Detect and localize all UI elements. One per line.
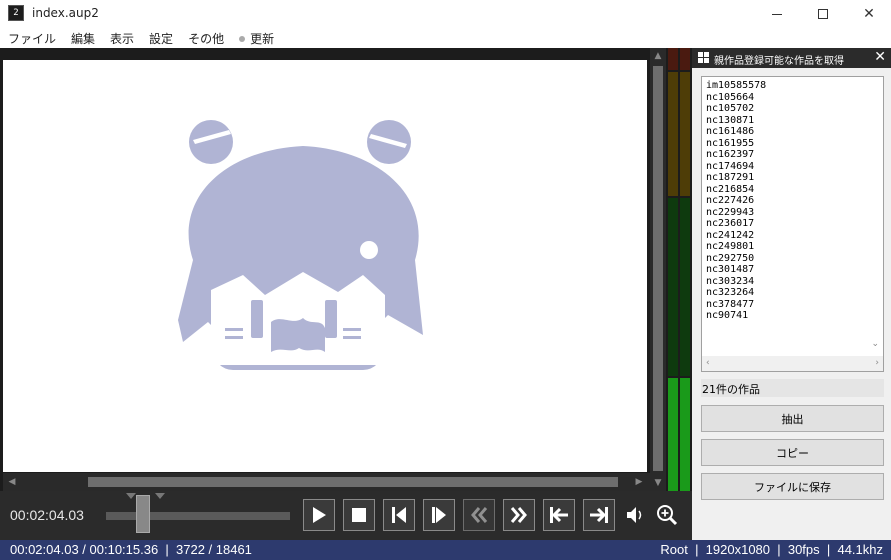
seek-mark-right (155, 493, 165, 499)
menu-other[interactable]: その他 (188, 30, 224, 47)
list-item[interactable]: nc236017 (706, 218, 766, 230)
save-to-file-button[interactable]: ファイルに保存 (701, 473, 884, 500)
app-icon: 2 (8, 5, 24, 21)
menu-update-label: 更新 (250, 31, 275, 46)
list-item[interactable]: nc105702 (706, 103, 766, 115)
list-item[interactable]: nc216854 (706, 184, 766, 196)
meter-right-channel (679, 48, 691, 491)
list-item[interactable]: nc105664 (706, 92, 766, 104)
copy-button[interactable]: コピー (701, 439, 884, 466)
panel-title-bar: 親作品登録可能な作品を取得 ✕ (692, 48, 891, 68)
menu-file[interactable]: ファイル (8, 30, 56, 47)
scroll-up-icon[interactable]: ▲ (652, 50, 664, 62)
preview-horizontal-scrollbar[interactable]: ◀ ▶ (3, 473, 650, 491)
works-list: im10585578 nc105664 nc105702 nc130871 nc1614… (706, 80, 766, 322)
extract-button[interactable]: 抽出 (701, 405, 884, 432)
list-item[interactable]: nc90741 (706, 310, 766, 322)
list-item[interactable]: nc303234 (706, 276, 766, 288)
timecode: 00:02:04.03 (10, 507, 84, 523)
list-horizontal-scrollbar[interactable]: ‹ › (702, 356, 883, 371)
list-scroll-left-icon[interactable]: ‹ (706, 358, 710, 368)
list-item[interactable]: nc174694 (706, 161, 766, 173)
close-icon: ✕ (863, 6, 875, 22)
panel-title: 親作品登録可能な作品を取得 (714, 56, 844, 67)
seek-slider-track[interactable] (106, 512, 290, 520)
list-scroll-right-icon[interactable]: › (875, 358, 879, 368)
fast-forward-button[interactable] (503, 499, 535, 531)
volume-icon (627, 507, 642, 523)
list-item[interactable]: nc130871 (706, 115, 766, 127)
minimize-button[interactable] (754, 0, 800, 28)
meter-left-channel (667, 48, 679, 491)
status-time-frame: 00:02:04.03 / 00:10:15.36 | 3722 / 18461 (10, 542, 252, 557)
list-item[interactable]: nc292750 (706, 253, 766, 265)
list-item[interactable]: nc187291 (706, 172, 766, 184)
character-image (178, 120, 423, 370)
stop-button[interactable] (343, 499, 375, 531)
fast-forward-icon (510, 507, 527, 523)
scroll-left-icon[interactable]: ◀ (6, 476, 18, 488)
preview-canvas[interactable] (3, 60, 647, 472)
list-item[interactable]: nc249801 (706, 241, 766, 253)
close-button[interactable]: ✕ (846, 0, 891, 28)
maximize-icon (818, 9, 828, 19)
step-back-button[interactable] (383, 499, 415, 531)
list-item[interactable]: nc378477 (706, 299, 766, 311)
go-to-start-icon (550, 507, 568, 523)
title-bar: 2 index.aup2 ✕ (0, 0, 891, 28)
go-to-end-icon (590, 507, 608, 523)
play-icon (313, 507, 326, 523)
volume-button[interactable] (625, 504, 647, 526)
list-item[interactable]: nc323264 (706, 287, 766, 299)
preview-vertical-scrollbar[interactable]: ▲ ▼ (650, 48, 666, 491)
scroll-down-icon[interactable]: ▼ (652, 477, 664, 489)
parent-works-panel: 親作品登録可能な作品を取得 ✕ im10585578 nc105664 nc1057… (692, 48, 891, 540)
vertical-scroll-thumb[interactable] (653, 66, 663, 471)
status-project-info: Root | 1920x1080 | 30fps | 44.1khz (660, 542, 883, 557)
panel-close-icon[interactable]: ✕ (874, 49, 886, 65)
horizontal-scroll-thumb[interactable] (88, 477, 618, 487)
menu-edit[interactable]: 編集 (71, 30, 95, 47)
minimize-icon (772, 13, 782, 15)
window-title: index.aup2 (32, 6, 99, 20)
go-to-end-button[interactable] (583, 499, 615, 531)
list-item[interactable]: nc229943 (706, 207, 766, 219)
list-item[interactable]: im10585578 (706, 80, 766, 92)
play-button[interactable] (303, 499, 335, 531)
menu-view[interactable]: 表示 (110, 30, 134, 47)
step-forward-button[interactable] (423, 499, 455, 531)
menu-bar: ファイル 編集 表示 設定 その他 更新 (0, 28, 891, 48)
scroll-right-icon[interactable]: ▶ (633, 476, 645, 488)
stop-icon (352, 508, 366, 522)
seek-slider-handle[interactable] (136, 495, 150, 533)
list-scroll-down-icon[interactable]: ⌄ (871, 339, 879, 349)
go-to-start-button[interactable] (543, 499, 575, 531)
zoom-button[interactable] (656, 504, 678, 526)
audio-meter (666, 48, 692, 491)
list-item[interactable]: nc241242 (706, 230, 766, 242)
list-item[interactable]: nc227426 (706, 195, 766, 207)
maximize-button[interactable] (800, 0, 846, 28)
menu-settings[interactable]: 設定 (149, 30, 173, 47)
step-back-icon (392, 507, 406, 523)
works-listbox[interactable]: im10585578 nc105664 nc105702 nc130871 nc1614… (701, 76, 884, 372)
list-item[interactable]: nc161955 (706, 138, 766, 150)
status-bar: 00:02:04.03 / 00:10:15.36 | 3722 / 18461… (0, 540, 891, 560)
list-item[interactable]: nc162397 (706, 149, 766, 161)
rewind-icon (471, 507, 488, 523)
update-dot-icon (239, 36, 246, 42)
transport-bar: 00:02:04.03 (0, 491, 692, 540)
rewind-button[interactable] (463, 499, 495, 531)
list-item[interactable]: nc161486 (706, 126, 766, 138)
seek-mark-left (126, 493, 136, 499)
menu-update[interactable]: 更新 (239, 30, 274, 47)
list-item[interactable]: nc301487 (706, 264, 766, 276)
zoom-icon (657, 505, 678, 526)
step-forward-icon (432, 507, 446, 523)
works-count-label: 21件の作品 (701, 379, 884, 397)
grid-icon (698, 52, 709, 63)
